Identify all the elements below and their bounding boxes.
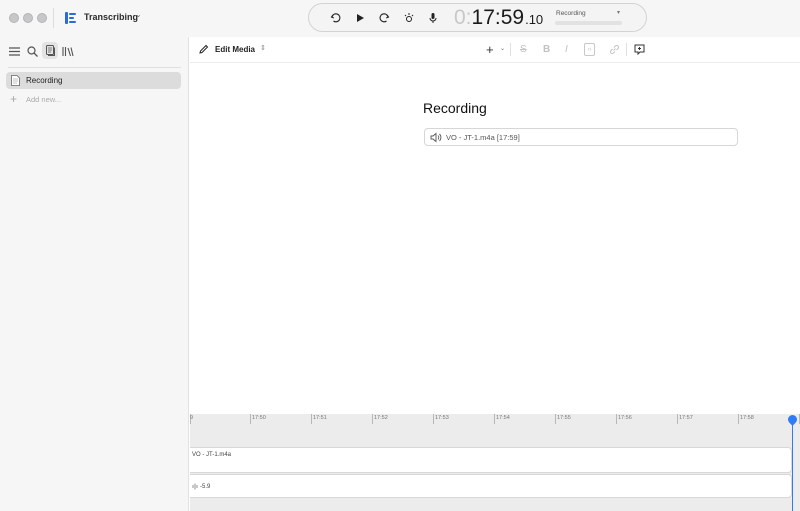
add-comment-button[interactable] (634, 43, 645, 56)
ruler-tick-label: 17:57 (679, 415, 693, 421)
italic-button[interactable]: I (565, 43, 568, 56)
ruler-tick-label: 17:51 (313, 415, 327, 421)
play-icon (357, 14, 364, 22)
sidebar-divider (8, 67, 181, 68)
play-button[interactable] (354, 12, 366, 24)
ruler-tick (494, 414, 495, 424)
ruler-tick-label: 17:54 (496, 415, 510, 421)
speaker-detect-button[interactable] (403, 12, 415, 24)
sidebar-toggle-button[interactable] (8, 45, 21, 58)
speaker-icon (430, 132, 442, 143)
editor-toolbar: Edit Media ⇕ + ⌄ S B I ‹› (190, 37, 800, 63)
forward-icon (379, 13, 390, 23)
ruler-tick (433, 414, 434, 424)
ruler-tick (311, 414, 312, 424)
library-icon (62, 47, 74, 57)
close-window-button[interactable] (9, 13, 19, 23)
playback-time-display: 0: 17:59 .10 (454, 6, 543, 30)
chevron-down-icon[interactable]: ⌄ (500, 45, 505, 52)
playhead[interactable] (792, 422, 793, 511)
media-attachment-label: VO - JT-1.m4a [17:59] (446, 133, 520, 142)
minimize-window-button[interactable] (23, 13, 33, 23)
documents-icon (45, 45, 55, 56)
ruler-tick (616, 414, 617, 424)
gain-value: -5.9 (200, 484, 211, 490)
chevron-down-icon[interactable]: ▾ (617, 9, 620, 16)
ruler-tick-label: 17:50 (252, 415, 266, 421)
app-title[interactable]: Transcribing (84, 12, 138, 22)
search-button[interactable] (26, 45, 39, 58)
chevron-down-icon[interactable]: ⌄ (135, 10, 142, 19)
input-source-select[interactable]: Recording (556, 10, 586, 17)
transcribe-app-icon (65, 12, 76, 24)
timeline[interactable]: 9 17:50 17:51 17:52 17:53 17:54 17:55 17:56 17:5… (190, 413, 800, 511)
rewind-button[interactable] (330, 12, 342, 24)
pencil-icon (199, 44, 209, 54)
strikethrough-button[interactable]: S (520, 43, 527, 56)
ruler-tick (372, 414, 373, 424)
link-button[interactable] (609, 43, 620, 56)
document-icon (11, 75, 20, 86)
toolbar-divider (510, 43, 511, 56)
ruler-tick-label: 9 (190, 415, 194, 421)
time-fraction: .10 (525, 12, 544, 27)
time-minutes-seconds: 17:59 (471, 6, 525, 29)
transport-bar: 0: 17:59 .10 Recording ▾ (308, 3, 647, 32)
insert-button[interactable]: + (486, 42, 494, 57)
track-label: VO - JT-1.m4a (192, 452, 232, 458)
code-button[interactable]: ‹› (584, 43, 595, 56)
documents-tab[interactable] (42, 42, 58, 59)
fast-forward-button[interactable] (378, 12, 390, 24)
menu-icon (9, 47, 20, 56)
input-level-meter (555, 21, 622, 25)
sidebar: Recording + Add new... (0, 37, 189, 511)
audio-track[interactable]: VO - JT-1.m4a (190, 447, 792, 473)
ruler-tick-label: 17:58 (740, 415, 754, 421)
time-hours: 0: (454, 6, 472, 29)
library-tab[interactable] (61, 45, 74, 58)
gain-track[interactable]: -5.9 (190, 474, 792, 498)
time-ruler[interactable]: 9 17:50 17:51 17:52 17:53 17:54 17:55 17:56 17:5… (190, 414, 800, 428)
document-area[interactable]: Recording VO - JT-1.m4a [17:59] (190, 63, 800, 414)
comment-icon (634, 44, 645, 55)
microphone-icon (429, 13, 437, 23)
titlebar-divider (53, 8, 54, 28)
ruler-tick-label: 17:55 (557, 415, 571, 421)
document-title[interactable]: Recording (423, 100, 487, 116)
sidebar-item-label: Recording (26, 76, 63, 85)
speaker-detect-icon (404, 13, 414, 22)
bold-button[interactable]: B (543, 43, 550, 56)
ruler-tick (250, 414, 251, 424)
waveform-icon (192, 483, 198, 490)
edit-mode-select[interactable]: Edit Media (215, 45, 255, 54)
sidebar-item-recording[interactable]: Recording (6, 72, 181, 89)
sidebar-toolbar (0, 37, 189, 67)
plus-icon: + (10, 92, 18, 106)
ruler-tick-label: 17:56 (618, 415, 632, 421)
toolbar-divider (626, 43, 627, 56)
zoom-window-button[interactable] (37, 13, 47, 23)
microphone-button[interactable] (427, 12, 439, 24)
ruler-tick (555, 414, 556, 424)
title-bar: Transcribing ⌄ 0: 17:59 .10 Recording ▾ (0, 0, 800, 37)
rewind-icon (330, 13, 341, 23)
ruler-tick (677, 414, 678, 424)
link-icon (610, 45, 619, 54)
ruler-tick-label: 17:53 (435, 415, 449, 421)
search-icon (27, 46, 38, 57)
chevron-updown-icon[interactable]: ⇕ (260, 44, 266, 52)
add-new-label: Add new... (26, 95, 62, 104)
ruler-tick (738, 414, 739, 424)
ruler-tick-label: 17:52 (374, 415, 388, 421)
media-attachment[interactable]: VO - JT-1.m4a [17:59] (424, 128, 738, 146)
